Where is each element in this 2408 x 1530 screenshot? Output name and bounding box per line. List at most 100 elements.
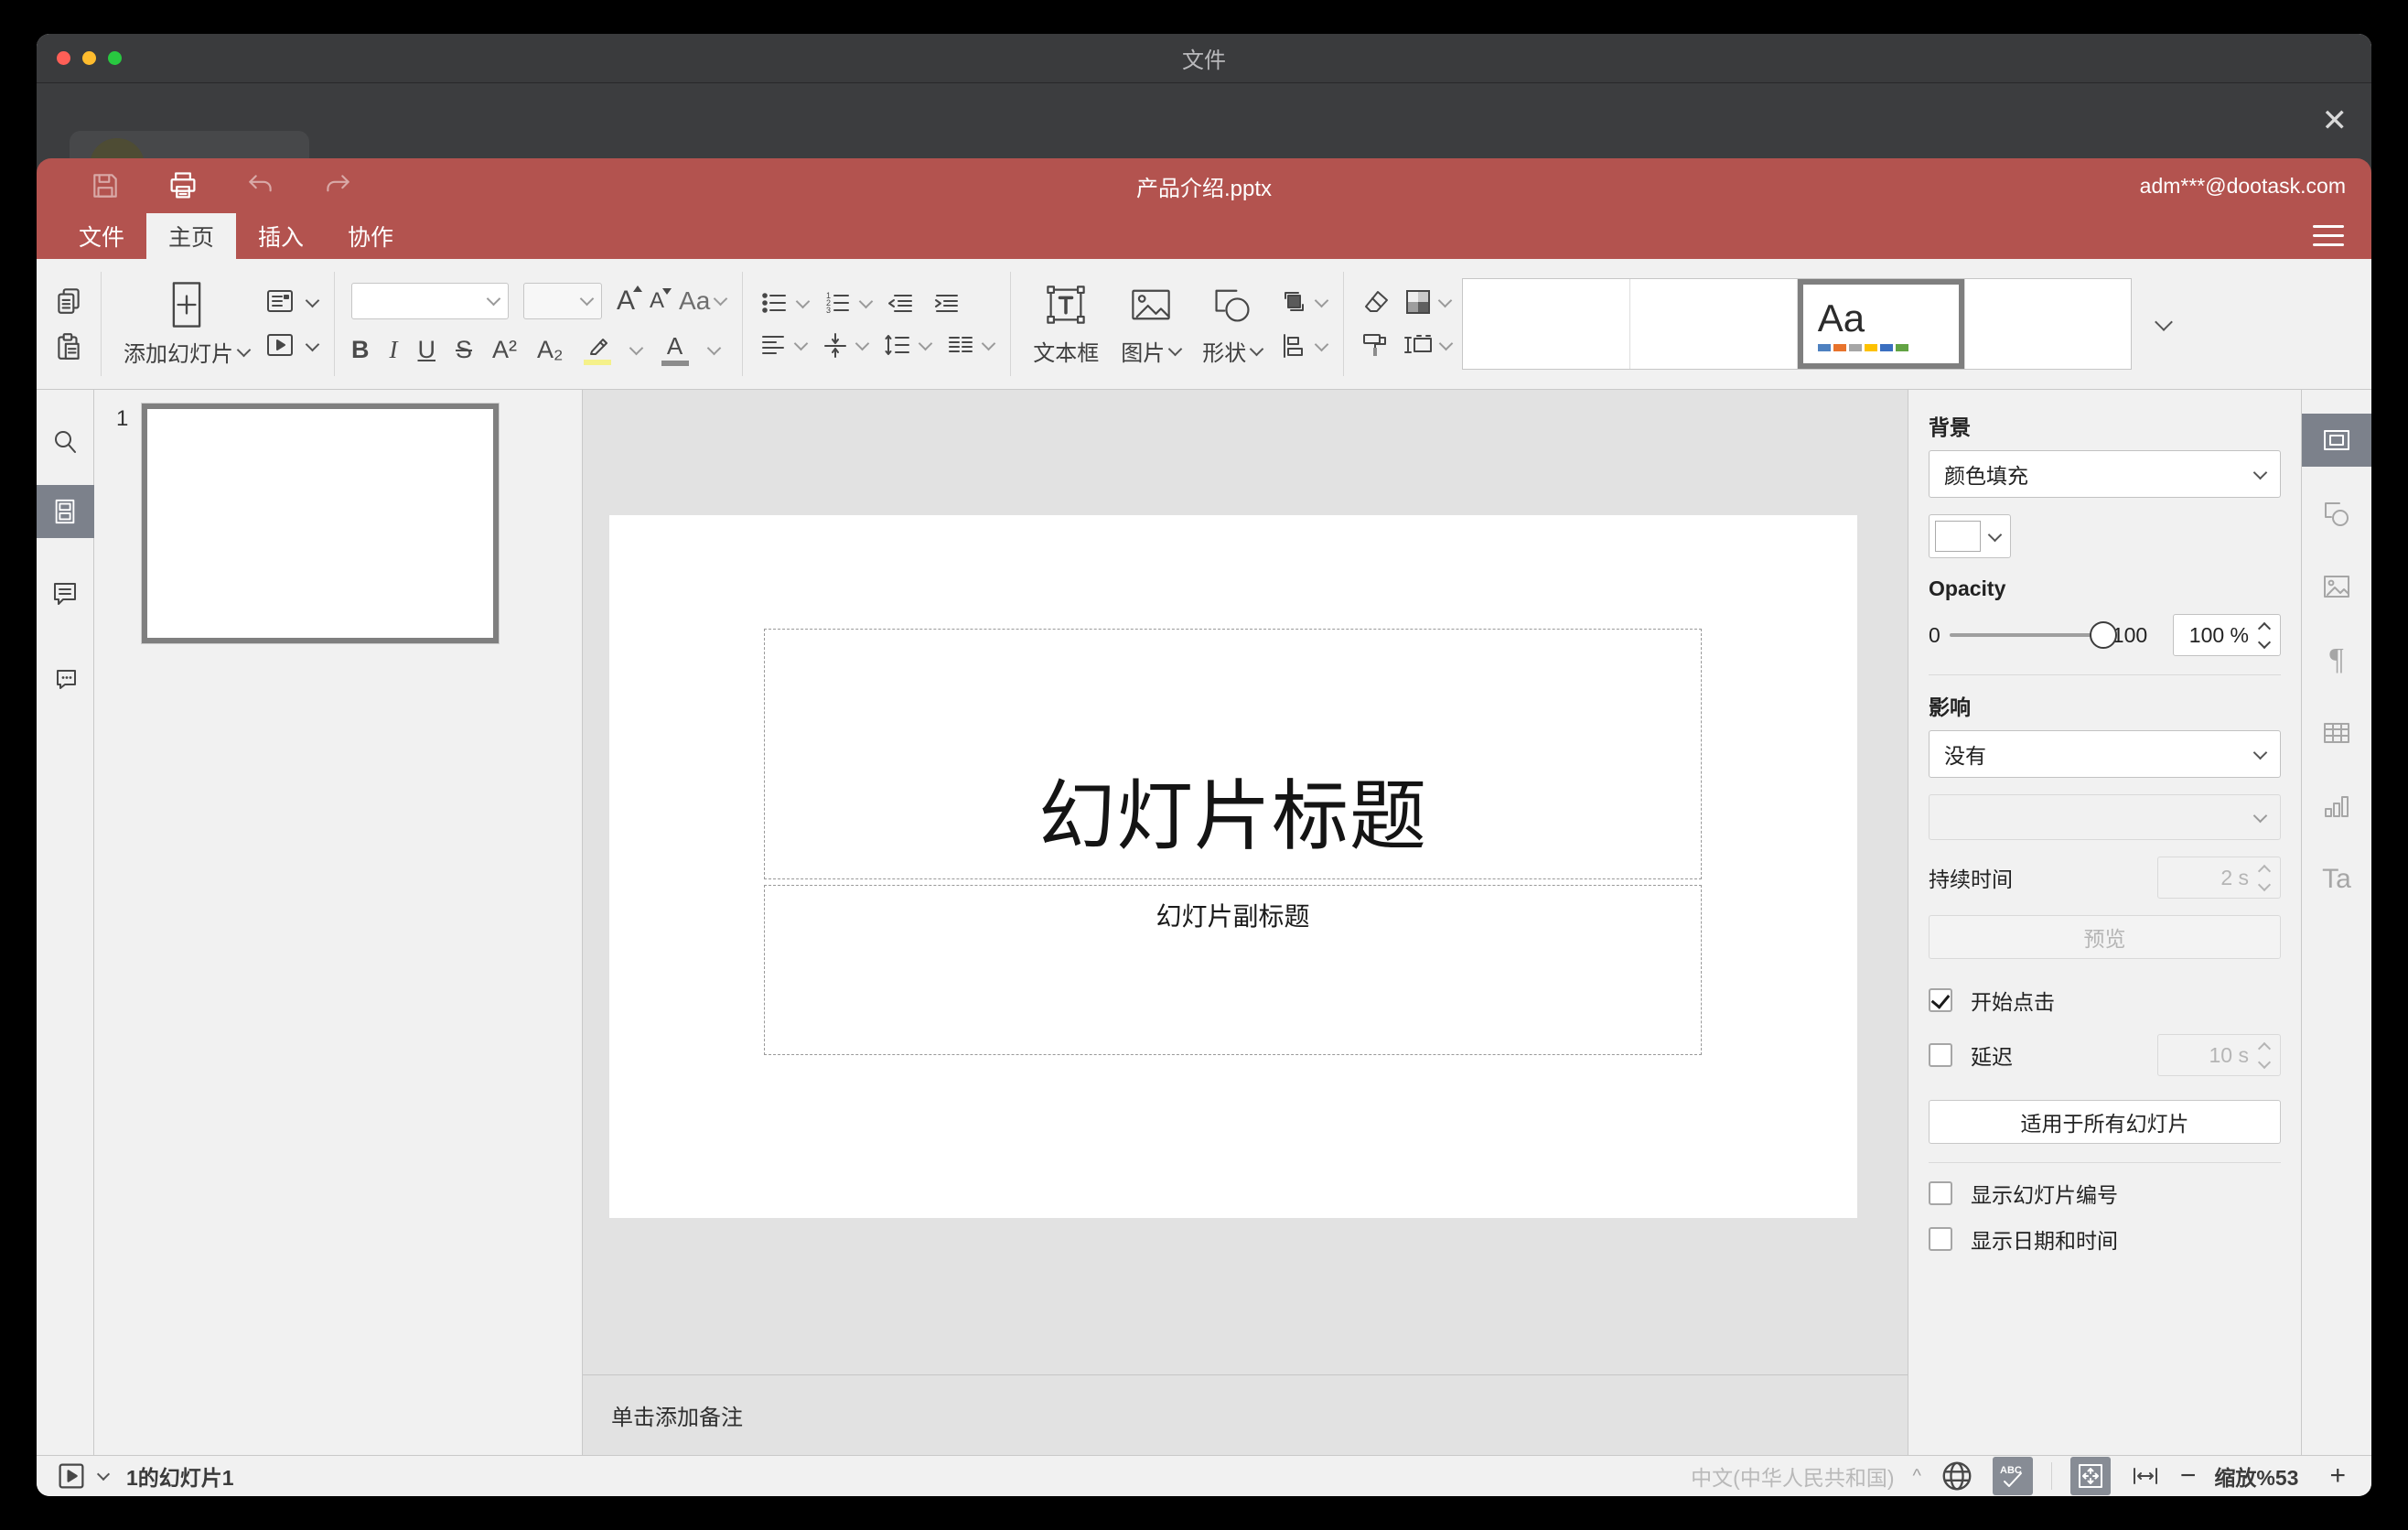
- tab-insert[interactable]: 插入: [236, 213, 326, 259]
- theme-tile-selected[interactable]: Aa: [1798, 279, 1965, 369]
- insert-shape-button[interactable]: 形状: [1197, 282, 1267, 367]
- table-settings-tab[interactable]: [2302, 706, 2372, 760]
- align-shapes-button[interactable]: [1278, 331, 1329, 361]
- start-slideshow-button[interactable]: [265, 331, 320, 361]
- image-settings-tab[interactable]: [2302, 560, 2372, 613]
- start-on-click-checkbox[interactable]: [1929, 988, 1952, 1012]
- tab-file[interactable]: 文件: [57, 213, 146, 259]
- text-art-settings-tab[interactable]: Ta: [2302, 853, 2372, 906]
- line-spacing-button[interactable]: [882, 331, 913, 359]
- columns-button[interactable]: [945, 331, 976, 359]
- zoom-out-button[interactable]: −: [2180, 1462, 2197, 1490]
- increase-indent-button[interactable]: [931, 289, 962, 317]
- horizontal-align-button[interactable]: [759, 331, 789, 359]
- preview-button[interactable]: 预览: [1929, 915, 2281, 959]
- paste-button[interactable]: [53, 331, 84, 362]
- slide-thumbnail[interactable]: [141, 403, 500, 644]
- strikeout-button[interactable]: S: [456, 336, 472, 364]
- editing-canvas: 幻灯片标题 幻灯片副标题 单击添加备注: [583, 390, 1908, 1455]
- insert-image-button[interactable]: 图片: [1115, 282, 1186, 367]
- vertical-align-button[interactable]: [821, 331, 850, 359]
- macos-titlebar: 文件: [37, 34, 2371, 83]
- font-name-combo[interactable]: [351, 282, 509, 319]
- spell-check-button[interactable]: ABC: [1992, 1457, 2033, 1495]
- change-layout-button[interactable]: [265, 287, 320, 317]
- arrange-button[interactable]: [1278, 287, 1329, 317]
- chart-settings-tab[interactable]: [2302, 780, 2372, 833]
- tab-collaboration[interactable]: 协作: [326, 213, 415, 259]
- bullets-button[interactable]: [759, 289, 790, 317]
- superscript-button[interactable]: A²: [492, 336, 517, 364]
- opacity-spinner[interactable]: 100 %: [2173, 614, 2281, 656]
- start-preview-button[interactable]: [55, 1460, 88, 1492]
- clear-style-button[interactable]: [1360, 288, 1392, 316]
- delay-checkbox[interactable]: [1929, 1043, 1952, 1067]
- document-language[interactable]: 中文(中华人民共和国): [1691, 1460, 1894, 1492]
- show-slide-number-checkbox[interactable]: [1929, 1181, 1952, 1205]
- paragraph-settings-tab[interactable]: ¶: [2302, 633, 2372, 686]
- notes-placeholder: 单击添加备注: [611, 1406, 743, 1430]
- copy-button[interactable]: [53, 286, 84, 317]
- apply-to-all-slides-button[interactable]: 适用于所有幻灯片: [1929, 1100, 2281, 1144]
- duration-label: 持续时间: [1929, 867, 2013, 891]
- fit-to-width-button[interactable]: [2129, 1461, 2162, 1491]
- delay-label: 延迟: [1971, 1045, 2013, 1069]
- show-date-time-checkbox[interactable]: [1929, 1227, 1952, 1251]
- zoom-level[interactable]: 缩放%53: [2214, 1460, 2298, 1492]
- increase-font-button[interactable]: A: [617, 285, 643, 317]
- search-panel-button[interactable]: [37, 415, 94, 469]
- text-box-button[interactable]: 文本框: [1027, 282, 1104, 367]
- set-language-button[interactable]: [1940, 1459, 1974, 1493]
- right-icon-sidebar: ¶ Ta: [2301, 390, 2371, 1455]
- decrease-font-button[interactable]: A: [650, 287, 672, 314]
- editor-window: 文件 ✕ 产品介绍.pptx adm***@dootask.com 文件 主页 …: [37, 34, 2371, 1496]
- paragraph-glyph: ¶: [2329, 642, 2344, 676]
- subtitle-placeholder[interactable]: 幻灯片副标题: [764, 885, 1702, 1055]
- notes-area[interactable]: 单击添加备注: [583, 1374, 1908, 1455]
- effect-select[interactable]: 没有: [1929, 730, 2281, 778]
- decrease-indent-button[interactable]: [886, 289, 917, 317]
- copy-style-button[interactable]: [1360, 330, 1392, 360]
- highlight-color-button[interactable]: [583, 335, 611, 365]
- chat-panel-button[interactable]: [37, 652, 94, 705]
- opacity-slider-handle[interactable]: [2089, 621, 2117, 649]
- shape-fill-button[interactable]: [1403, 288, 1453, 316]
- comments-panel-button[interactable]: [37, 567, 94, 620]
- change-case-button[interactable]: Aa: [679, 286, 728, 316]
- slide-surface[interactable]: 幻灯片标题 幻灯片副标题: [609, 515, 1857, 1218]
- slides-panel-button[interactable]: [37, 485, 94, 538]
- underline-button[interactable]: U: [418, 336, 436, 364]
- font-color-button[interactable]: A: [661, 334, 689, 366]
- font-size-combo[interactable]: [523, 282, 602, 319]
- bold-button[interactable]: B: [351, 336, 370, 364]
- theme-gallery-expand-button[interactable]: [2143, 279, 2185, 369]
- duration-spinner[interactable]: 2 s: [2157, 857, 2281, 899]
- fill-color-picker[interactable]: [1929, 514, 2011, 558]
- add-slide-button[interactable]: 添加幻灯片: [118, 281, 254, 368]
- theme-tile[interactable]: [1965, 279, 2132, 369]
- close-icon[interactable]: ✕: [2322, 105, 2349, 136]
- slide-size-button[interactable]: [1403, 330, 1454, 360]
- italic-button[interactable]: I: [390, 336, 398, 364]
- opacity-slider[interactable]: [1949, 621, 2117, 649]
- theme-tile[interactable]: [1463, 279, 1631, 369]
- fill-type-select[interactable]: 颜色填充: [1929, 450, 2281, 498]
- title-placeholder[interactable]: 幻灯片标题: [764, 629, 1702, 879]
- zoom-in-button[interactable]: +: [2329, 1462, 2346, 1490]
- delay-spinner[interactable]: 10 s: [2157, 1034, 2281, 1076]
- editor-header: 产品介绍.pptx adm***@dootask.com 文件 主页 插入 协作: [37, 158, 2371, 259]
- background-section-title: 背景: [1929, 415, 1971, 439]
- subscript-button[interactable]: A₂: [537, 336, 564, 364]
- effect-type-select[interactable]: [1929, 794, 2281, 840]
- fit-to-slide-button[interactable]: [2069, 1457, 2111, 1495]
- theme-tile[interactable]: [1630, 279, 1798, 369]
- main-area: 1 幻灯片标题 幻灯片副标题 单击添加备注 背景 颜色填充 Opacity 0 …: [37, 390, 2371, 1455]
- language-caret-icon: ^: [1912, 1465, 1921, 1486]
- numbering-button[interactable]: 123: [822, 289, 854, 317]
- slide-thumbnails-panel: 1: [94, 390, 583, 1455]
- shape-settings-tab[interactable]: [2302, 487, 2372, 540]
- menu-icon[interactable]: [2313, 225, 2344, 246]
- tab-home[interactable]: 主页: [146, 213, 236, 259]
- effect-section-title: 影响: [1929, 695, 1971, 719]
- slide-settings-tab[interactable]: [2301, 414, 2371, 467]
